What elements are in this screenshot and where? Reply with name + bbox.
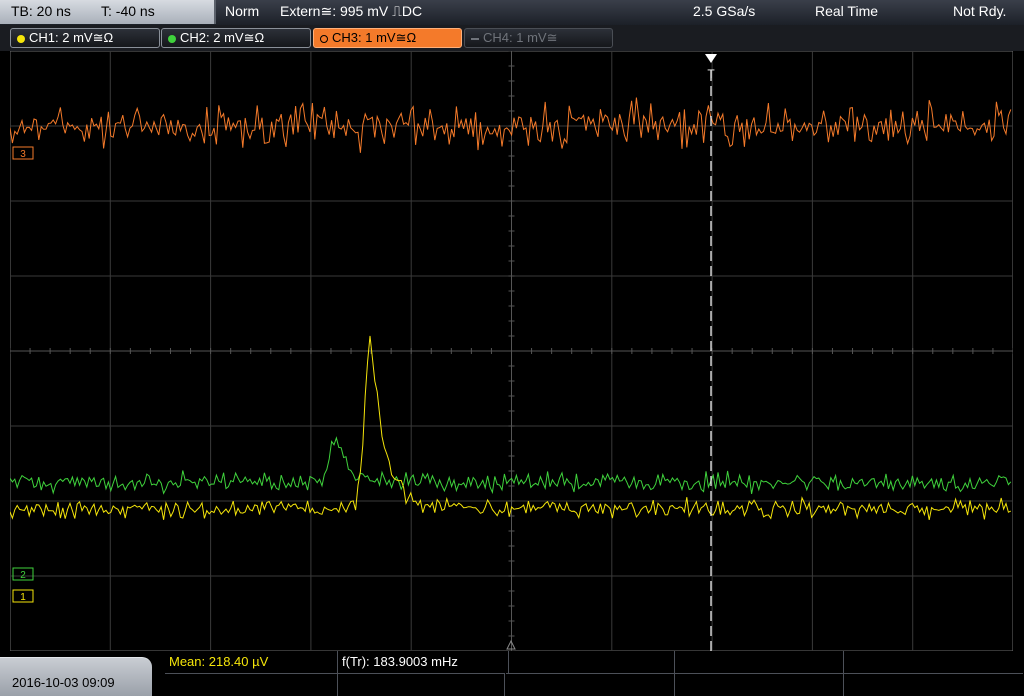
measurement-slot-3[interactable] [506, 651, 675, 673]
channel-4-label: CH4: 1 mV≅ [483, 30, 558, 45]
timebase-label: TB: 20 ns [11, 3, 71, 19]
channel-2-label: CH2: 2 mV≅Ω [180, 30, 265, 45]
channel-4-button[interactable]: CH4: 1 mV≅ [464, 28, 613, 48]
acquisition-mode: Real Time [815, 3, 879, 19]
channel-3-label: CH3: 1 mV≅Ω [332, 30, 417, 45]
datetime-box[interactable]: 2016-10-03 09:09 [0, 657, 152, 696]
channel-bar: CH1: 2 mV≅Ω CH2: 2 mV≅Ω CH3: 1 mV≅Ω CH4:… [0, 25, 1024, 51]
trigger-mode[interactable]: Norm [225, 3, 259, 19]
status-bar: TB: 20 ns T: -40 ns Norm Extern≅: 995 mV… [0, 0, 1024, 26]
measurement-frequency[interactable]: f(Tr): 183.9003 mHz [338, 651, 509, 673]
channel-3-button[interactable]: CH3: 1 mV≅Ω [313, 28, 462, 48]
measurement-mean[interactable]: Mean: 218.40 µV [165, 651, 338, 673]
measurement-slot-6[interactable] [165, 673, 338, 696]
measurement-slot-9[interactable] [675, 673, 844, 696]
channel-4-dot-icon [471, 37, 479, 40]
channel-1-dot-icon [17, 34, 25, 43]
measurement-slot-8[interactable] [506, 673, 675, 696]
sample-rate: 2.5 GSa/s [693, 3, 756, 19]
trigger-source[interactable]: Extern≅: 995 mV ⎍DC [280, 3, 422, 20]
channel-1-label: CH1: 2 mV≅Ω [29, 30, 114, 45]
datetime-label: 2016-10-03 09:09 [12, 675, 115, 690]
channel-3-dot-icon [320, 34, 328, 43]
channel-2-button[interactable]: CH2: 2 mV≅Ω [161, 28, 311, 48]
ch2-level-label: 2 [20, 570, 26, 581]
ch1-level-label: 1 [20, 592, 26, 603]
acquisition-state: Not Rdy. [953, 3, 1007, 19]
measurement-slot-4[interactable] [675, 651, 844, 673]
ch3-level-label: 3 [20, 149, 26, 160]
trigger-marker-label: T [707, 67, 715, 81]
measurement-slot-5[interactable] [844, 651, 1023, 673]
measurement-slot-10[interactable] [844, 673, 1023, 696]
trigger-time-label: T: -40 ns [101, 3, 155, 19]
waveform-display[interactable]: T 3 2 1 [10, 51, 1013, 651]
channel-1-button[interactable]: CH1: 2 mV≅Ω [10, 28, 160, 48]
measurement-slot-7[interactable] [338, 673, 505, 696]
timebase-box[interactable]: TB: 20 ns T: -40 ns [0, 0, 216, 24]
channel-2-dot-icon [168, 34, 176, 43]
